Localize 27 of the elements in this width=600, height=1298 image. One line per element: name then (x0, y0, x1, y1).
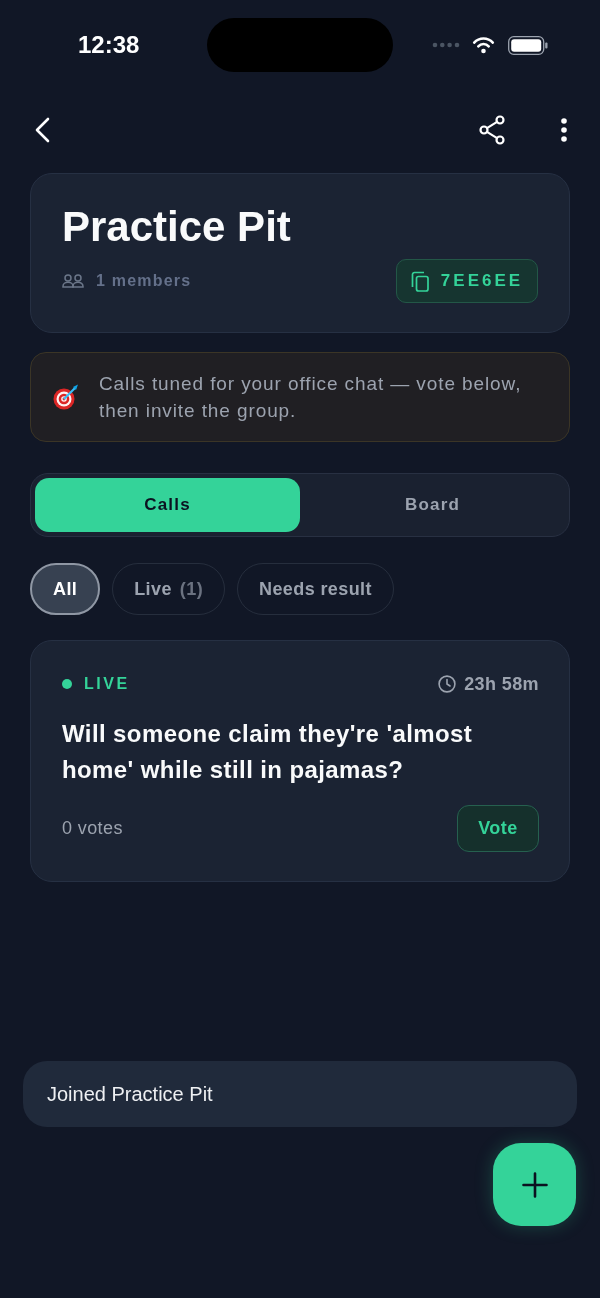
add-button[interactable] (493, 1143, 576, 1226)
vote-count: 0 votes (62, 818, 123, 839)
plus-icon (521, 1171, 548, 1198)
member-count: 1 members (96, 272, 192, 290)
status-label: LIVE (84, 675, 130, 693)
tab[interactable]: Board (300, 478, 565, 532)
call-question: Will someone claim they're 'almost home' while still in pajamas? (62, 719, 474, 785)
copy-icon (410, 270, 429, 292)
filter-chip[interactable]: All (30, 563, 101, 615)
battery-icon (508, 35, 548, 55)
tab[interactable]: Calls (35, 478, 300, 532)
status-time: 12:38 (78, 31, 140, 59)
toast-message: Joined Practice Pit (23, 1061, 577, 1127)
people-icon (62, 274, 84, 288)
invite-code-button[interactable]: 7EE6EE (396, 259, 538, 303)
status-dot-icon (62, 679, 72, 689)
time-remaining: 23h 58m (464, 673, 539, 695)
vote-button[interactable]: Vote (457, 805, 539, 852)
share-icon (478, 115, 506, 145)
signal-icon (432, 42, 460, 48)
wifi-icon (472, 36, 495, 54)
group-title: Practice Pit (62, 202, 292, 252)
more-vertical-icon (561, 118, 567, 142)
tip-text: Calls tuned for your office chat — vote below, then invite the group. (99, 372, 523, 423)
dart-target-icon (52, 383, 80, 411)
clock-icon (438, 675, 457, 693)
chevron-left-icon (34, 117, 50, 143)
